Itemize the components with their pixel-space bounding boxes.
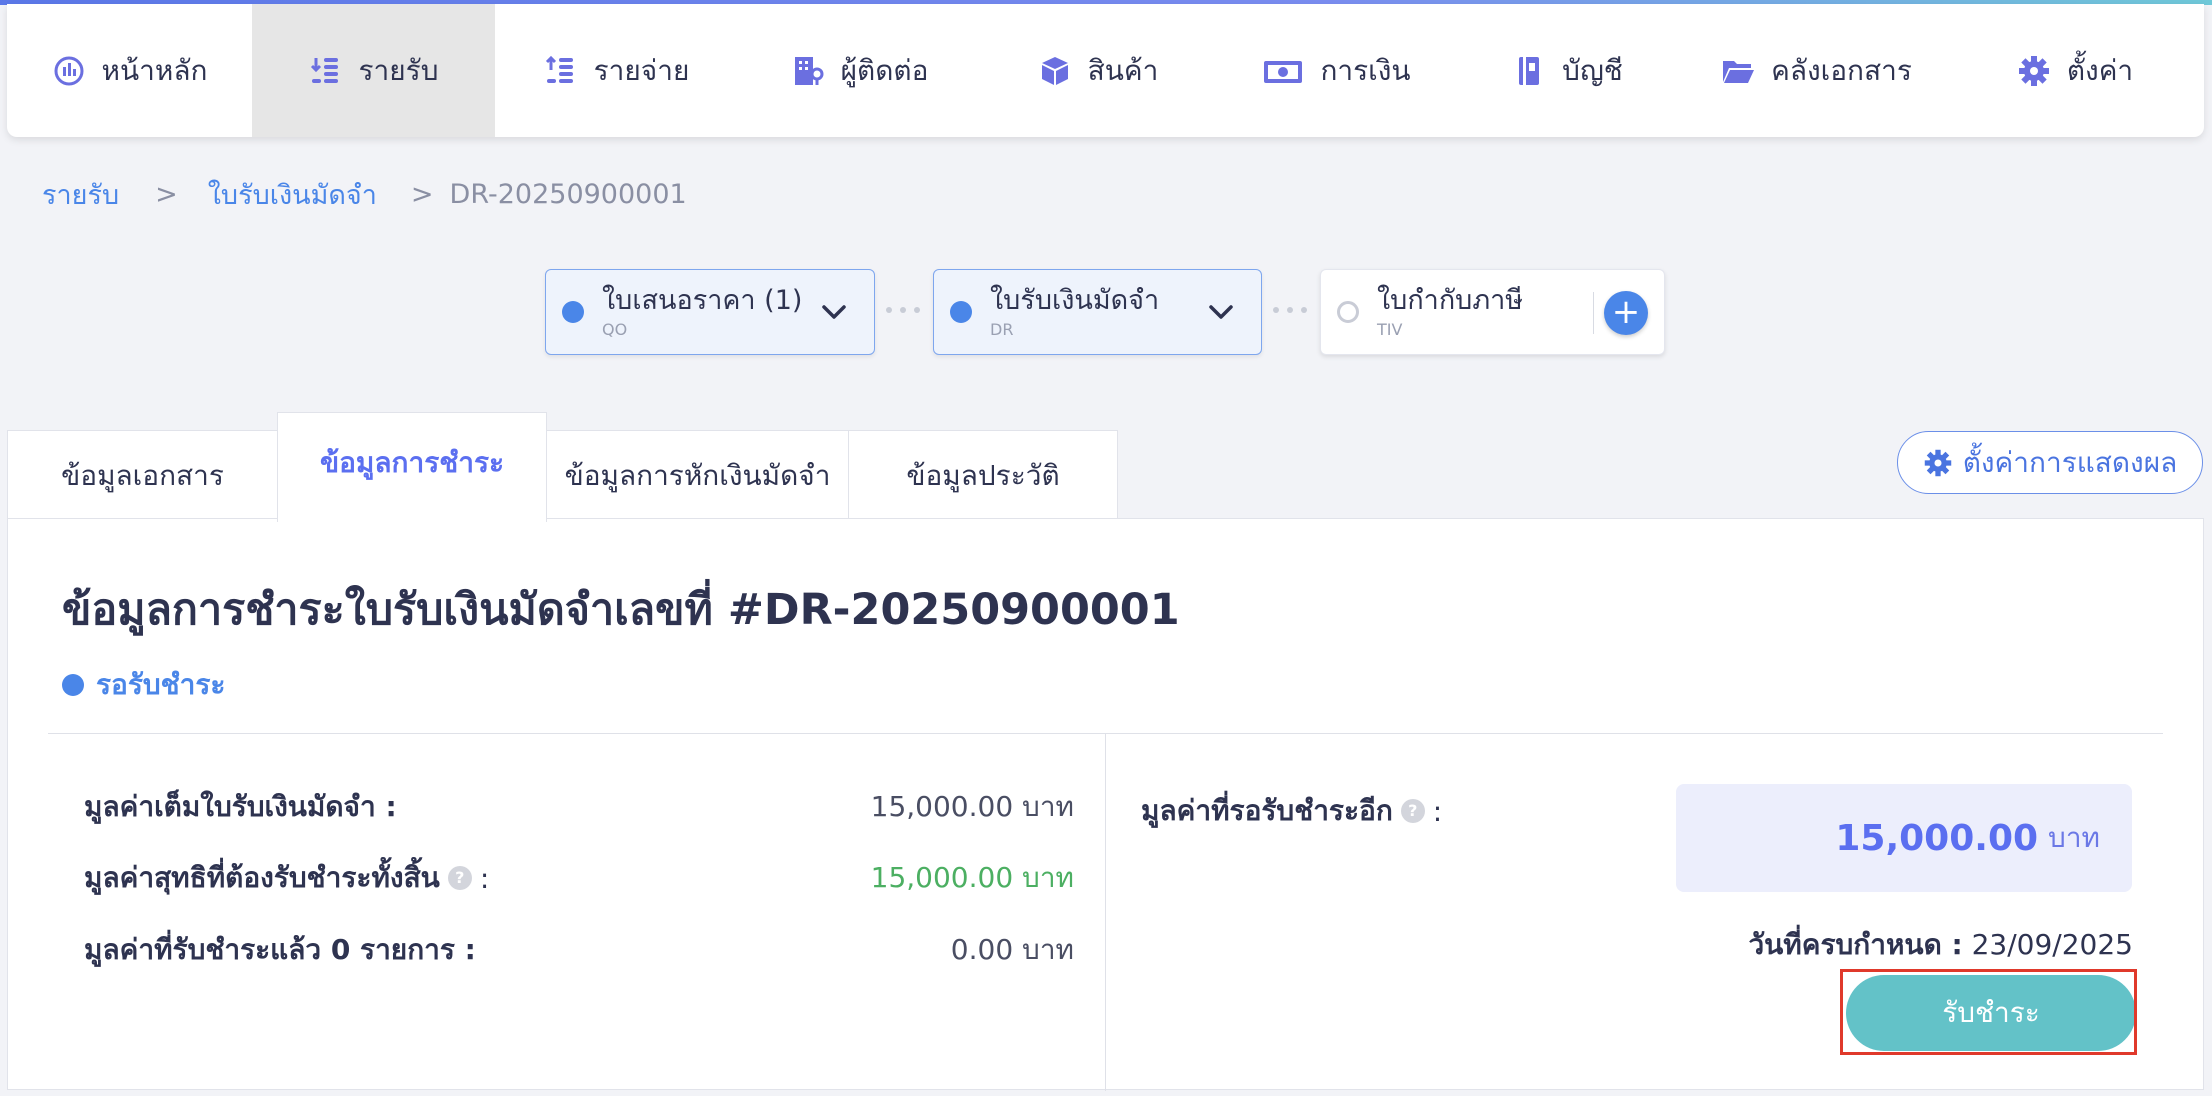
tab-deposit-deduction[interactable]: ข้อมูลการหักเงินมัดจำ — [546, 430, 849, 520]
nav-item-finance[interactable]: การเงิน — [1215, 4, 1458, 137]
full-amount-row: มูลค่าเต็มใบรับเงินมัดจำ : 15,000.00 บาท — [84, 787, 1074, 827]
help-icon[interactable]: ? — [447, 866, 472, 890]
flow-card-code: QO — [602, 319, 628, 339]
dashboard-icon — [52, 54, 86, 88]
nav-item-label: การเงิน — [1320, 53, 1411, 87]
flow-card-code: TIV — [1377, 319, 1403, 339]
flow-card-quotation[interactable]: ใบเสนอราคา (1) QO — [545, 269, 875, 355]
status-dot — [62, 674, 84, 696]
chevron-down-icon[interactable] — [816, 294, 852, 330]
row-label-text: มูลค่าสุทธิที่ต้องรับชำระทั้งสิ้น — [84, 861, 440, 894]
row-value: 15,000.00 บาท — [870, 861, 1074, 894]
nav-item-label: บัญชี — [1562, 53, 1623, 87]
ledger-icon — [1512, 54, 1546, 88]
nav-item-contacts[interactable]: ผู้ติดต่อ — [738, 4, 981, 137]
breadcrumb-separator: > — [410, 178, 434, 210]
flow-connector — [1273, 307, 1307, 313]
expense-icon — [544, 54, 578, 88]
flow-card-title: ใบเสนอราคา (1) — [602, 284, 803, 316]
display-settings-button[interactable]: ตั้งค่าการแสดงผล — [1897, 431, 2203, 494]
chevron-down-icon[interactable] — [1203, 294, 1239, 330]
flow-card-title: ใบรับเงินมัดจำ — [990, 284, 1160, 316]
tab-document-info[interactable]: ข้อมูลเอกสาร — [7, 430, 278, 520]
folder-icon — [1721, 54, 1755, 88]
remaining-label: มูลค่าที่รอรับชำระอีก ? : — [1141, 789, 1442, 833]
nav-item-documents[interactable]: คลังเอกสาร — [1677, 4, 1956, 137]
status-label: รอรับชำระ — [96, 668, 226, 701]
page-title: ข้อมูลการชำระใบรับเงินมัดจำเลขที่ #DR-20… — [62, 585, 1180, 635]
nav-item-label: สินค้า — [1087, 53, 1159, 87]
row-value: 15,000.00 บาท — [870, 790, 1074, 823]
payment-info-panel: ข้อมูลการชำระใบรับเงินมัดจำเลขที่ #DR-20… — [7, 518, 2204, 1091]
nav-item-accounts[interactable]: บัญชี — [1458, 4, 1677, 137]
nav-item-label: คลังเอกสาร — [1771, 53, 1912, 87]
nav-item-income[interactable]: รายรับ — [252, 4, 495, 137]
display-settings-label: ตั้งค่าการแสดงผล — [1962, 445, 2178, 479]
breadcrumb-current: DR-20250900001 — [449, 178, 687, 210]
flow-status-dot — [562, 301, 584, 323]
income-icon — [309, 54, 343, 88]
net-amount-row: มูลค่าสุทธิที่ต้องรับชำระทั้งสิ้น ? : 15… — [84, 858, 1074, 898]
nav-item-label: รายรับ — [358, 53, 439, 87]
tab-payment-info[interactable]: ข้อมูลการชำระ — [277, 412, 547, 522]
breadcrumb-separator: > — [155, 178, 178, 210]
help-icon[interactable]: ? — [1400, 799, 1425, 823]
main-nav: หน้าหลัก รายรับ รายจ่าย ผู้ติดต่อ สินค้า… — [7, 4, 2204, 137]
gear-icon — [1924, 449, 1951, 476]
nav-item-expense[interactable]: รายจ่าย — [495, 4, 738, 137]
remaining-amount-box: 15,000.00 บาท — [1676, 784, 2132, 892]
flow-status-dot — [950, 301, 972, 323]
breadcrumb: รายรับ > ใบรับเงินมัดจำ > DR-20250900001 — [42, 174, 687, 214]
receive-payment-button[interactable]: รับชำระ — [1846, 975, 2136, 1051]
add-document-button[interactable]: + — [1604, 291, 1648, 335]
flow-status-dot — [1337, 301, 1359, 323]
flow-card-code: DR — [990, 319, 1014, 339]
nav-item-settings[interactable]: ตั้งค่า — [1956, 4, 2194, 137]
divider — [1105, 734, 1106, 1091]
nav-item-label: ผู้ติดต่อ — [840, 53, 929, 87]
divider — [1593, 292, 1594, 334]
row-label: มูลค่าสุทธิที่ต้องรับชำระทั้งสิ้น ? : — [84, 856, 489, 900]
contacts-icon — [791, 54, 825, 88]
gear-icon — [2017, 54, 2051, 88]
remaining-amount-value: 15,000.00 — [1835, 817, 2039, 859]
flow-card-title: ใบกำกับภาษี — [1377, 284, 1524, 316]
nav-item-home[interactable]: หน้าหลัก — [7, 4, 252, 137]
nav-item-label: หน้าหลัก — [101, 53, 208, 87]
remaining-label-text: มูลค่าที่รอรับชำระอีก — [1141, 794, 1393, 827]
row-value: 0.00 บาท — [950, 933, 1074, 966]
paid-amount-row: มูลค่าที่รับชำระแล้ว 0 รายการ : 0.00 บาท — [84, 930, 1074, 970]
remaining-amount-unit: บาท — [2048, 821, 2100, 854]
money-icon — [1262, 54, 1304, 88]
tab-history[interactable]: ข้อมูลประวัติ — [848, 430, 1118, 520]
status-badge: รอรับชำระ — [62, 663, 225, 707]
breadcrumb-deposit-link[interactable]: ใบรับเงินมัดจำ — [208, 173, 377, 216]
row-label-suffix: : — [479, 861, 490, 895]
box-icon — [1038, 54, 1072, 88]
row-label: มูลค่าเต็มใบรับเงินมัดจำ : — [84, 790, 397, 823]
nav-item-label: ตั้งค่า — [2066, 53, 2134, 87]
remaining-label-suffix: : — [1432, 794, 1443, 828]
row-label: มูลค่าที่รับชำระแล้ว 0 รายการ : — [84, 933, 476, 966]
due-date: วันที่ครบกำหนด : 23/09/2025 — [1748, 923, 2133, 967]
breadcrumb-income-link[interactable]: รายรับ — [42, 173, 119, 216]
due-date-label: วันที่ครบกำหนด : — [1748, 928, 1963, 961]
flow-connector — [886, 307, 920, 313]
nav-item-label: รายจ่าย — [593, 53, 690, 87]
flow-card-deposit[interactable]: ใบรับเงินมัดจำ DR — [933, 269, 1262, 355]
nav-item-products[interactable]: สินค้า — [981, 4, 1215, 137]
flow-card-tax-invoice[interactable]: ใบกำกับภาษี TIV + — [1320, 269, 1665, 355]
due-date-value: 23/09/2025 — [1971, 928, 2133, 961]
